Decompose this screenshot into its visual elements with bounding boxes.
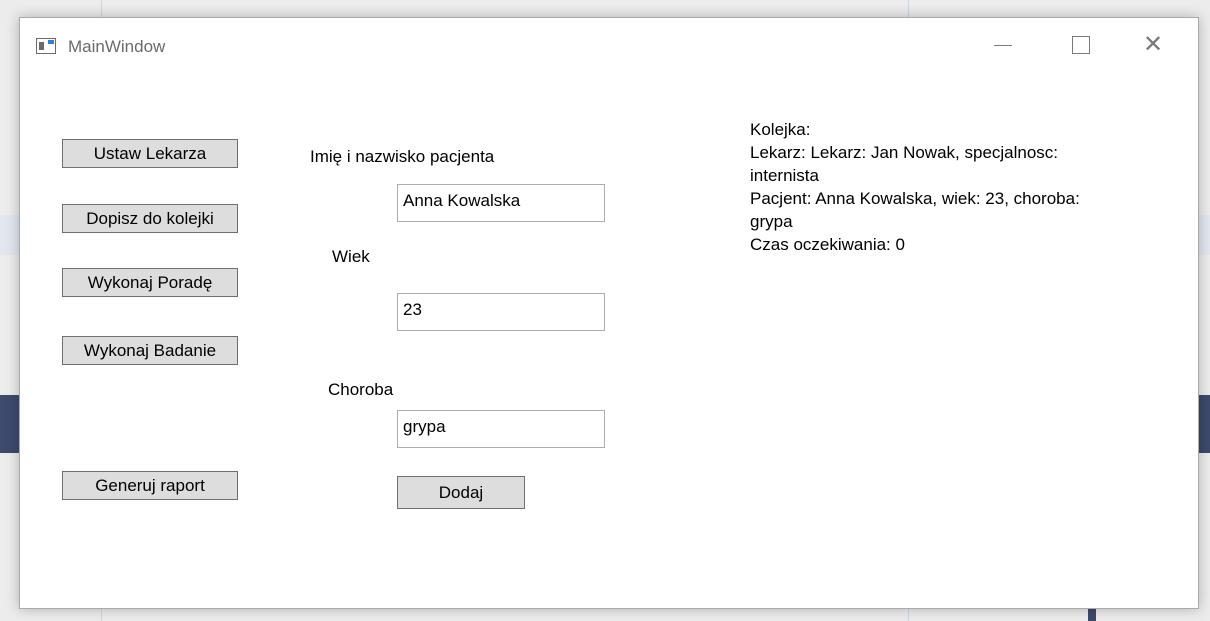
maximize-button[interactable]	[1060, 27, 1106, 63]
do-consultation-button[interactable]: Wykonaj Poradę	[62, 268, 238, 297]
title-bar[interactable]: MainWindow ✕	[20, 18, 1198, 76]
main-window: MainWindow ✕ Ustaw Lekarza Dopisz do kol…	[19, 17, 1199, 609]
maximize-icon	[1072, 36, 1090, 54]
age-label: Wiek	[332, 247, 370, 266]
queue-doctor-line: Lekarz: Lekarz: Jan Nowak, specjalnosc:	[750, 143, 1059, 162]
disease-field[interactable]: grypa	[397, 410, 605, 448]
generate-report-button[interactable]: Generuj raport	[62, 471, 238, 500]
do-examination-button[interactable]: Wykonaj Badanie	[62, 336, 238, 365]
close-button[interactable]: ✕	[1134, 27, 1180, 63]
queue-patient-line: Pacjent: Anna Kowalska, wiek: 23, chorob…	[750, 189, 1080, 208]
age-field[interactable]: 23	[397, 293, 605, 331]
queue-doctor-line: internista	[750, 166, 819, 185]
add-patient-button[interactable]: Dodaj	[397, 476, 525, 509]
minimize-icon	[994, 45, 1012, 46]
set-doctor-button[interactable]: Ustaw Lekarza	[62, 139, 238, 168]
queue-patient-line: grypa	[750, 212, 793, 231]
queue-panel: Kolejka: Lekarz: Lekarz: Jan Nowak, spec…	[750, 118, 1160, 256]
add-to-queue-button[interactable]: Dopisz do kolejki	[62, 204, 238, 233]
close-icon: ✕	[1143, 30, 1164, 58]
window-title: MainWindow	[68, 37, 166, 56]
app-icon	[36, 38, 56, 54]
patient-name-label: Imię i nazwisko pacjenta	[310, 147, 495, 166]
queue-wait-time: Czas oczekiwania: 0	[750, 235, 905, 254]
disease-label: Choroba	[328, 380, 394, 399]
patient-name-field[interactable]: Anna Kowalska	[397, 184, 605, 222]
queue-heading: Kolejka:	[750, 120, 811, 139]
minimize-button[interactable]	[982, 27, 1028, 63]
